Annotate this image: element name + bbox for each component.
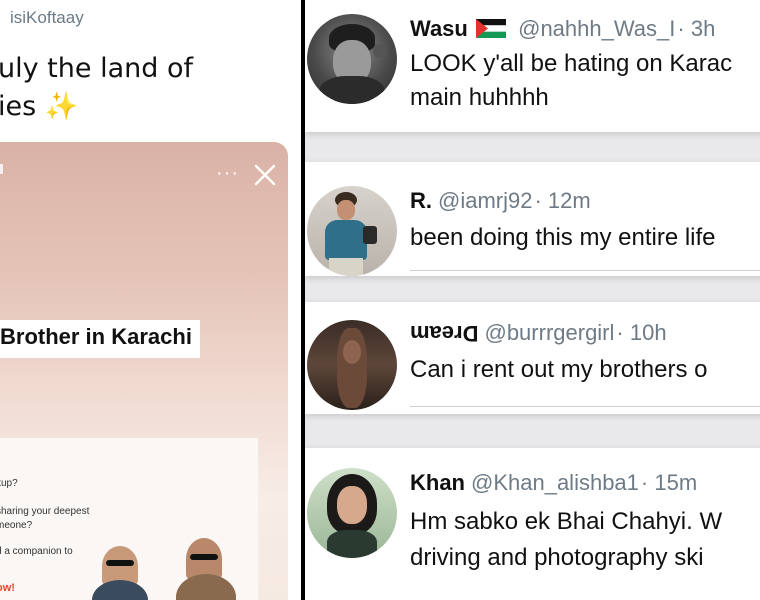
tweet-text-line-2: ies ✨ xyxy=(0,88,288,126)
ad-line: sharing your deepest xyxy=(0,506,90,517)
reply-text-line: main huhhhh xyxy=(410,84,549,111)
story-progress-tick xyxy=(0,164,3,174)
ad-person-shirt xyxy=(92,580,148,600)
ad-card: kup? sharing your deepest meone? d a com… xyxy=(0,438,258,600)
reply-time: · 10h xyxy=(616,320,667,345)
reply-time: · 15m xyxy=(640,470,698,495)
story-headline: Brother in Karachi xyxy=(0,320,200,358)
avatar[interactable] xyxy=(307,320,397,410)
reply-author[interactable]: Wasu @nahhh_Was_I· 3h xyxy=(410,16,715,42)
more-options-icon[interactable]: ··· xyxy=(216,162,239,185)
author-handle: @iamrj92 xyxy=(438,188,533,213)
ad-line: meone? xyxy=(0,520,33,531)
divider xyxy=(410,270,760,271)
reply-card[interactable]: R. @iamrj92· 12m been doing this my entir… xyxy=(305,162,760,276)
author-handle: @nahhh_Was_I xyxy=(518,16,676,41)
palestine-flag-icon xyxy=(475,19,506,38)
tweet-text-line-1: uly the land of xyxy=(0,53,193,84)
reply-text-line: Hm sabko ek Bhai Chahyi. W xyxy=(410,508,723,535)
reply-card[interactable]: Dream @burrrgergirl· 10h Can i rent out m… xyxy=(305,302,760,414)
sparkles-emoji: ✨ xyxy=(44,91,79,122)
left-tweet-panel: isiKoftaay uly the land of ies ✨ ··· Bro… xyxy=(0,0,301,600)
tweet-handle[interactable]: isiKoftaay xyxy=(10,8,84,28)
tweet-text: uly the land of ies ✨ xyxy=(0,50,288,126)
divider xyxy=(410,406,760,407)
reply-card[interactable]: Khan @Khan_alishba1· 15m Hm sabko ek Bhai… xyxy=(305,448,760,600)
reply-time: · 12m xyxy=(534,188,591,213)
author-name: Dream xyxy=(410,321,479,346)
avatar[interactable] xyxy=(307,14,397,104)
author-handle: @Khan_alishba1 xyxy=(471,470,639,495)
tweet-text-line-2-text: ies xyxy=(0,91,37,122)
reply-text-line: Can i rent out my brothers o xyxy=(410,356,708,383)
ad-person-shirt xyxy=(176,574,236,600)
author-name: Wasu xyxy=(410,16,468,41)
avatar[interactable] xyxy=(307,186,397,276)
author-name: R. xyxy=(410,188,432,213)
ad-line: d a companion to xyxy=(0,546,73,557)
reply-author[interactable]: Dream @burrrgergirl· 10h xyxy=(410,320,667,346)
author-name: Khan xyxy=(410,470,465,495)
reply-time: · 3h xyxy=(677,16,716,41)
avatar[interactable] xyxy=(307,468,397,558)
reply-text-line: LOOK y'all be hating on Karac xyxy=(410,50,733,77)
story-screenshot: ··· Brother in Karachi kup? sharing your… xyxy=(0,142,288,600)
reply-text-line: been doing this my entire life xyxy=(410,224,716,251)
ad-line: kup? xyxy=(0,478,18,489)
reply-author[interactable]: Khan @Khan_alishba1· 15m xyxy=(410,470,697,496)
close-icon[interactable] xyxy=(252,162,278,188)
replies-panel: Wasu @nahhh_Was_I· 3h LOOK y'all be hati… xyxy=(305,0,760,600)
author-handle: @burrrgergirl xyxy=(484,320,615,345)
reply-author[interactable]: R. @iamrj92· 12m xyxy=(410,188,591,214)
reply-text-line: driving and photography ski xyxy=(410,544,704,571)
sunglasses-icon xyxy=(190,554,218,560)
ad-cta[interactable]: ow! xyxy=(0,582,15,594)
reply-card[interactable]: Wasu @nahhh_Was_I· 3h LOOK y'all be hati… xyxy=(305,0,760,132)
sunglasses-icon xyxy=(106,560,134,566)
